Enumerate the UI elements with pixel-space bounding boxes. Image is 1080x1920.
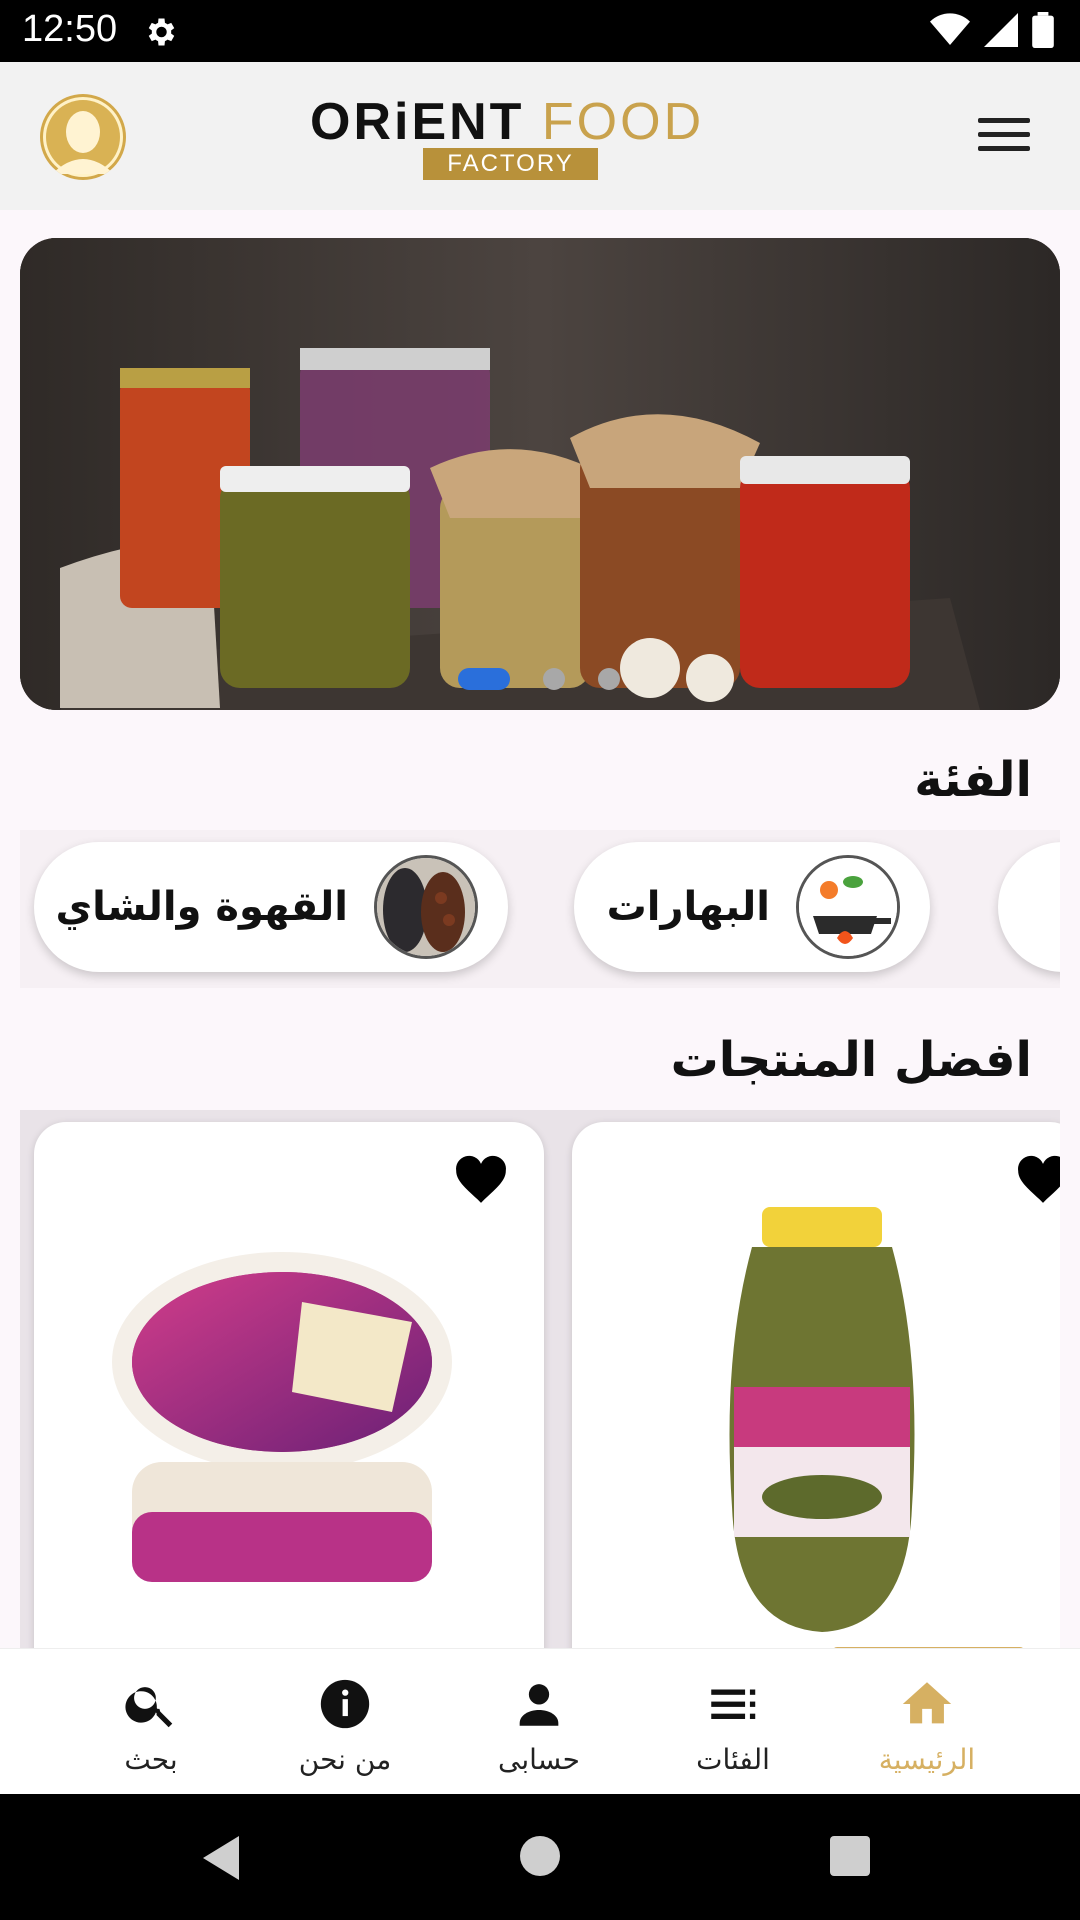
status-bar: 12:50 bbox=[0, 0, 1080, 62]
spices-thumbnail bbox=[796, 855, 900, 959]
hamburger-menu-icon[interactable] bbox=[978, 118, 1030, 158]
categories-carousel[interactable]: القهوة والشاي البهارات ئر bbox=[20, 830, 1060, 988]
profile-avatar-icon[interactable] bbox=[40, 94, 126, 180]
logo-title-dark: ORiENT bbox=[310, 93, 525, 151]
wifi-icon bbox=[930, 13, 970, 45]
signal-icon bbox=[984, 13, 1018, 47]
search-icon bbox=[125, 1687, 173, 1728]
recents-square-icon[interactable] bbox=[830, 1836, 870, 1876]
battery-icon bbox=[1032, 12, 1054, 48]
grape-leaves-jar-image bbox=[729, 1207, 915, 1632]
tahini-halva-product-image bbox=[112, 1252, 452, 1582]
product-card[interactable] bbox=[34, 1122, 544, 1650]
coffee-tea-thumbnail bbox=[374, 855, 478, 959]
product-card[interactable] bbox=[572, 1122, 1060, 1650]
nav-label: بحث bbox=[124, 1743, 178, 1776]
nav-about[interactable]: من نحن bbox=[250, 1675, 440, 1776]
back-icon[interactable] bbox=[203, 1836, 243, 1880]
bottom-navigation: بحث من نحن حسابى الفئات الرئيسية bbox=[0, 1648, 1080, 1794]
category-chip-coffee-tea[interactable]: القهوة والشاي bbox=[34, 842, 508, 972]
products-carousel[interactable] bbox=[20, 1110, 1060, 1650]
nav-label: من نحن bbox=[298, 1743, 392, 1776]
info-icon bbox=[320, 1679, 370, 1729]
app-header: ORiENT FOOD FACTORY bbox=[0, 62, 1080, 210]
best-products-title: افضل المنتجات bbox=[670, 1032, 1032, 1088]
logo-title: ORiENT FOOD bbox=[310, 92, 704, 152]
orient-food-logo: ORiENT FOOD FACTORY bbox=[310, 92, 710, 182]
categories-title: الفئة bbox=[914, 752, 1032, 808]
nav-label: الرئيسية bbox=[878, 1743, 976, 1776]
pager-dot-active[interactable] bbox=[458, 668, 510, 690]
favorite-heart-icon[interactable] bbox=[1014, 1152, 1060, 1204]
category-chip-spices[interactable]: البهارات bbox=[574, 842, 930, 972]
settings-gear-icon bbox=[148, 18, 175, 46]
person-icon bbox=[519, 1684, 559, 1726]
nav-home[interactable]: الرئيسية bbox=[832, 1675, 1022, 1776]
favorite-heart-icon[interactable] bbox=[452, 1152, 510, 1204]
list-icon bbox=[711, 1689, 756, 1719]
pickled-jars-image bbox=[20, 238, 1060, 710]
system-indicators bbox=[930, 12, 1054, 48]
nav-categories[interactable]: الفئات bbox=[638, 1675, 828, 1776]
nav-label: حسابى bbox=[498, 1743, 580, 1776]
pager-dot[interactable] bbox=[543, 668, 565, 690]
nav-account[interactable]: حسابى bbox=[444, 1675, 634, 1776]
user-silhouette-icon bbox=[43, 97, 123, 177]
home-circle-icon[interactable] bbox=[520, 1836, 560, 1876]
promo-banner[interactable] bbox=[20, 238, 1060, 710]
nav-label: الفئات bbox=[696, 1743, 770, 1776]
logo-subtitle: FACTORY bbox=[423, 148, 598, 180]
category-label: القهوة والشاي bbox=[55, 884, 348, 930]
category-label: البهارات bbox=[606, 884, 770, 930]
status-time: 12:50 bbox=[22, 8, 118, 50]
logo-title-gold: FOOD bbox=[541, 93, 705, 151]
home-icon bbox=[902, 1682, 952, 1724]
system-navigation-bar bbox=[0, 1794, 1080, 1920]
pager-dot[interactable] bbox=[598, 668, 620, 690]
nav-search[interactable]: بحث bbox=[56, 1675, 246, 1776]
category-chip-partial[interactable]: ئر bbox=[998, 842, 1060, 972]
